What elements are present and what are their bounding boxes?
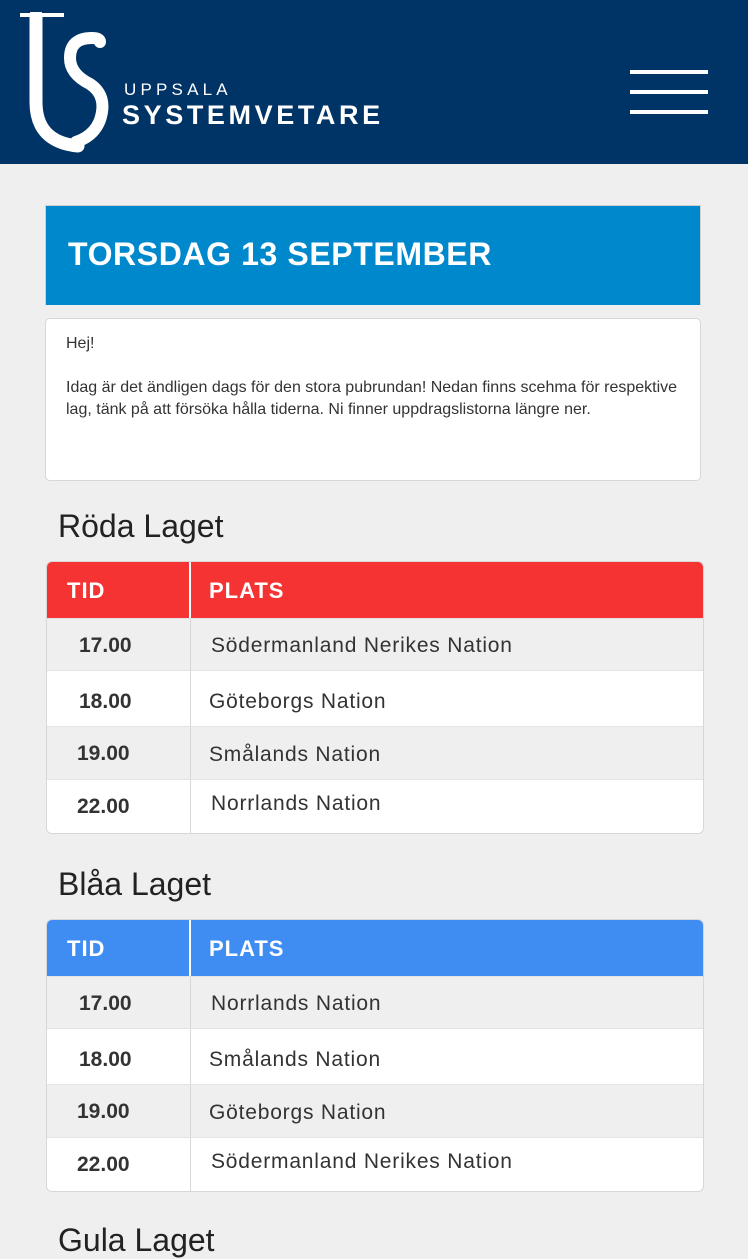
site-header: UPPSALA SYSTEMVETARE (0, 0, 748, 164)
row-place: Smålands Nation (209, 1048, 381, 1071)
row-place: Södermanland Nerikes Nation (211, 1150, 513, 1173)
team-heading-red: Röda Laget (58, 508, 224, 544)
table-row: 18.00 Göteborgs Nation (47, 670, 703, 726)
table-row: 18.00 Smålands Nation (47, 1028, 703, 1084)
table-row: 19.00 Göteborgs Nation (47, 1084, 703, 1137)
menu-bar-bottom (630, 110, 708, 114)
team-heading-blue: Blåa Laget (58, 866, 212, 902)
row-time: 17.00 (47, 619, 191, 670)
row-place: Södermanland Nerikes Nation (211, 634, 513, 657)
row-time: 19.00 (47, 727, 191, 779)
column-header-time: TID (47, 562, 191, 618)
logo-text-uppsala: UPPSALA (124, 80, 232, 99)
table-row: 17.00 Södermanland Nerikes Nation (47, 618, 703, 670)
logo-text-systemvetare: SYSTEMVETARE (122, 100, 384, 130)
schedule-table-blue: TID PLATS 17.00 Norrlands Nation 18.00 S… (46, 919, 704, 1192)
row-time: 18.00 (47, 1029, 191, 1084)
schedule-table-red: TID PLATS 17.00 Södermanland Nerikes Nat… (46, 561, 704, 834)
date-title: TORSDAG 13 SEPTEMBER (68, 236, 492, 272)
row-place: Norrlands Nation (211, 992, 382, 1015)
row-time: 19.00 (47, 1085, 191, 1137)
row-time: 22.00 (47, 1138, 191, 1191)
intro-text: Idag är det ändligen dags för den stora … (66, 379, 678, 418)
row-place: Göteborgs Nation (209, 690, 387, 713)
row-place: Smålands Nation (209, 743, 381, 766)
table-header: TID PLATS (47, 920, 703, 976)
menu-bar-middle (630, 90, 708, 94)
intro-greeting: Hej! (66, 335, 95, 352)
column-header-place: PLATS (209, 578, 285, 603)
intro-card: Hej! Idag är det ändligen dags för den s… (45, 318, 701, 481)
team-heading-yellow: Gula Laget (58, 1222, 215, 1258)
table-row: 22.00 Södermanland Nerikes Nation (47, 1137, 703, 1191)
row-time: 17.00 (47, 977, 191, 1028)
table-row: 22.00 Norrlands Nation (47, 779, 703, 833)
row-place: Göteborgs Nation (209, 1101, 387, 1124)
uppsala-systemvetare-logo[interactable] (16, 12, 116, 154)
column-header-place: PLATS (209, 936, 285, 961)
row-place: Norrlands Nation (211, 792, 382, 815)
table-row: 17.00 Norrlands Nation (47, 976, 703, 1028)
row-time: 18.00 (47, 671, 191, 726)
row-time: 22.00 (47, 780, 191, 833)
menu-bar-top (630, 70, 708, 74)
column-header-time: TID (47, 920, 191, 976)
hamburger-menu-icon[interactable] (624, 64, 714, 120)
table-row: 19.00 Smålands Nation (47, 726, 703, 779)
table-header: TID PLATS (47, 562, 703, 618)
date-banner: TORSDAG 13 SEPTEMBER (45, 205, 701, 305)
